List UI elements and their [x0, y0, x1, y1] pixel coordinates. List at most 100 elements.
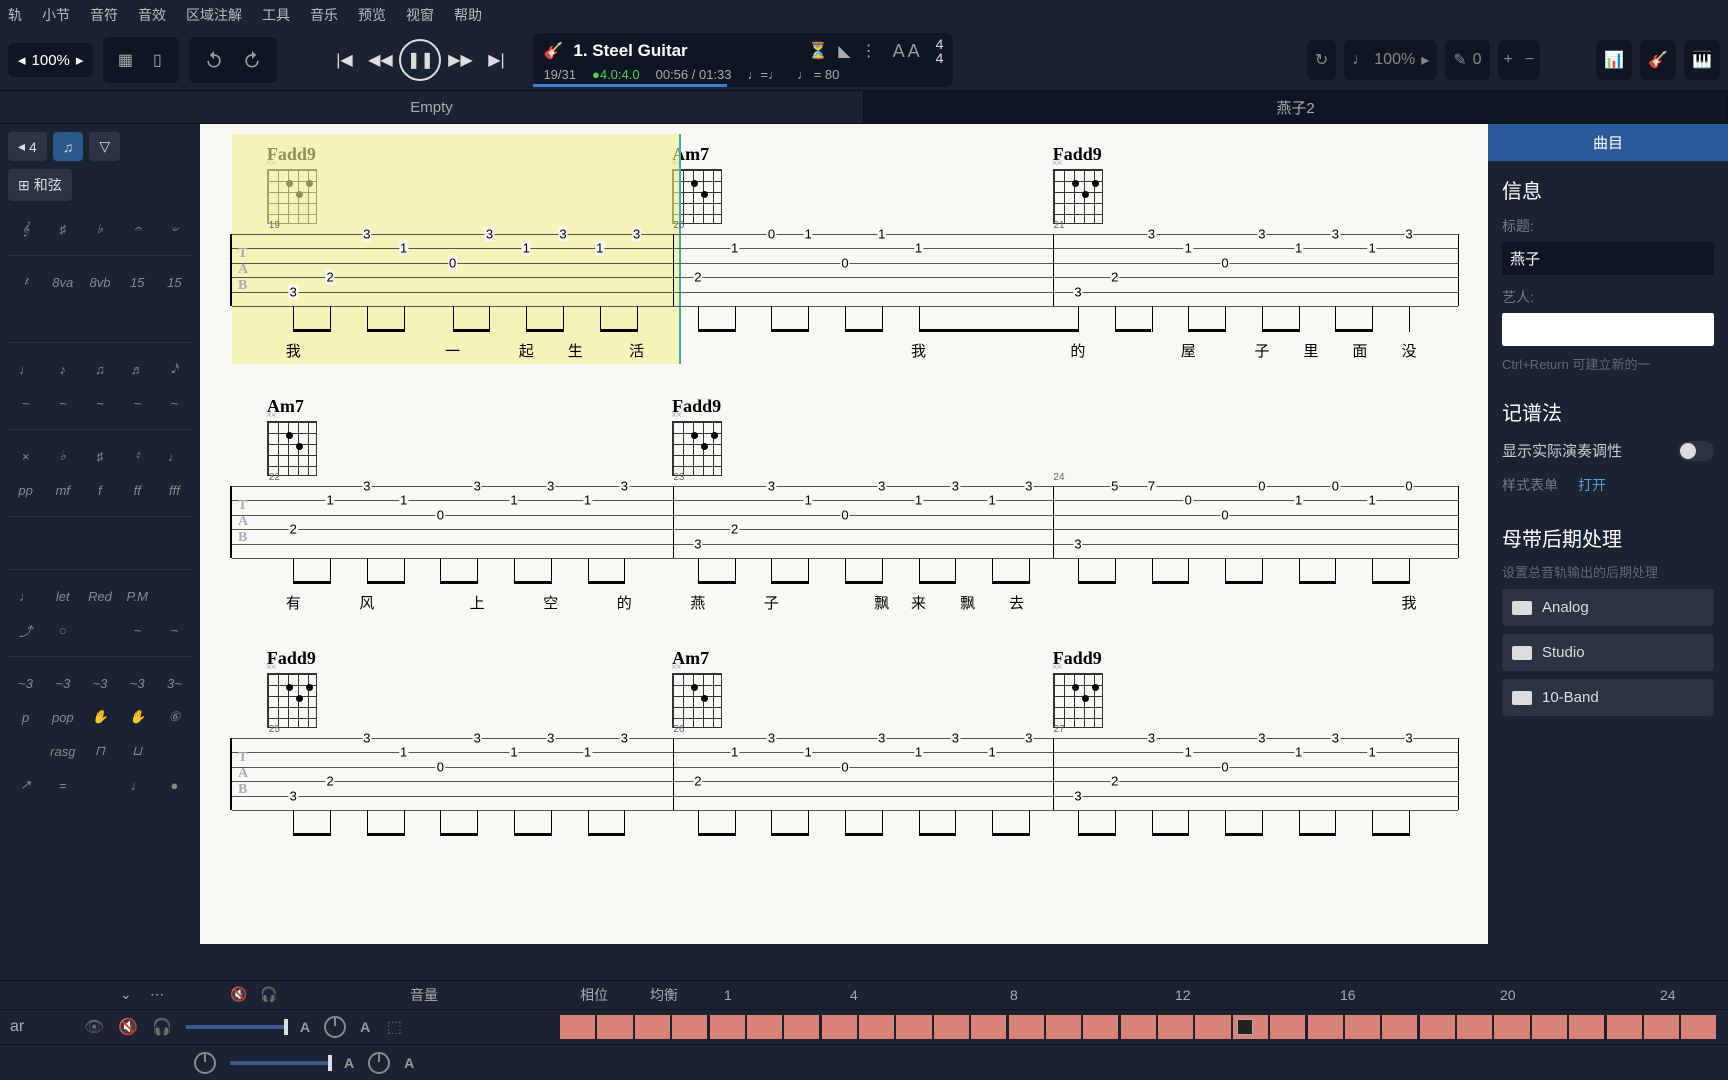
palette-item[interactable]	[157, 735, 192, 767]
palette-item[interactable]: ~3	[120, 667, 155, 699]
palette-item[interactable]	[157, 527, 192, 559]
volume-slider[interactable]	[186, 1025, 286, 1029]
palette-item[interactable]: ⑥	[157, 701, 192, 733]
palette-item[interactable]	[157, 300, 192, 332]
palette-item[interactable]	[45, 527, 80, 559]
undo-button[interactable]	[197, 43, 231, 77]
zoom-selector[interactable]: ◂100%▸	[8, 43, 93, 77]
palette-item[interactable]: pop	[45, 701, 80, 733]
master-row[interactable]: A A	[0, 1044, 1728, 1080]
score-view[interactable]: Fadd9Am7Fadd9TAB192021323103131321010113…	[200, 124, 1488, 944]
palette-item[interactable]: 𝅘𝅥𝅯	[157, 353, 192, 385]
palette-item[interactable]: ⊔	[120, 735, 155, 767]
options-icon[interactable]: ⋮	[861, 41, 877, 61]
palette-item[interactable]: ♯	[45, 213, 80, 245]
design-mode-button[interactable]: ▽	[89, 132, 120, 161]
redo-button[interactable]	[235, 43, 269, 77]
menu-音效[interactable]: 音效	[138, 5, 166, 25]
palette-item[interactable]: ✋	[120, 701, 155, 733]
palette-item[interactable]: rasg	[45, 735, 80, 767]
auto-vol[interactable]: A	[300, 1019, 310, 1035]
palette-item[interactable]	[157, 580, 192, 612]
palette-item[interactable]: 15	[120, 266, 155, 298]
palette-item[interactable]	[8, 735, 43, 767]
palette-item[interactable]: ♮	[120, 440, 155, 472]
palette-item[interactable]: let	[45, 580, 80, 612]
palette-item[interactable]: mf	[45, 474, 80, 506]
menu-工具[interactable]: 工具	[262, 5, 290, 25]
palette-item[interactable]: ~	[8, 387, 43, 419]
auto-pan[interactable]: A	[360, 1019, 370, 1035]
menu-音乐[interactable]: 音乐	[310, 5, 338, 25]
menu-帮助[interactable]: 帮助	[454, 5, 482, 25]
palette-item[interactable]: P.M	[120, 580, 155, 612]
voice-selector[interactable]: ◂ 4	[8, 132, 47, 161]
plus-button[interactable]: +	[1504, 51, 1513, 69]
solo-all-icon[interactable]: 🎧	[260, 986, 277, 1003]
more-icon[interactable]: ⋯	[150, 986, 164, 1003]
solo-icon[interactable]: 🎧	[152, 1017, 172, 1037]
palette-item[interactable]: ♩	[8, 353, 43, 385]
multivoice-button[interactable]: ♫	[53, 132, 84, 161]
play-pause-button[interactable]: ❚❚	[399, 39, 441, 81]
metronome-icon[interactable]: ◣	[838, 41, 850, 61]
layout-page-icon[interactable]: ▯	[143, 46, 171, 74]
layout-grid-icon[interactable]: ▦	[111, 46, 139, 74]
palette-item[interactable]	[8, 527, 43, 559]
palette-item[interactable]	[120, 300, 155, 332]
menu-预览[interactable]: 预览	[358, 5, 386, 25]
palette-item[interactable]: ~	[82, 387, 117, 419]
open-stylesheet-link[interactable]: 打开	[1578, 475, 1606, 495]
palette-item[interactable]: 15	[157, 266, 192, 298]
palette-item[interactable]: ♩	[120, 769, 155, 801]
palette-item[interactable]: 𝄽	[8, 266, 43, 298]
preset-10-band[interactable]: 10-Band	[1502, 679, 1714, 716]
palette-item[interactable]: ⤴	[8, 614, 43, 646]
artist-input[interactable]	[1502, 313, 1714, 346]
eq-icon[interactable]: ⬚	[384, 1017, 404, 1037]
palette-item[interactable]: ×	[8, 440, 43, 472]
preset-analog[interactable]: Analog	[1502, 589, 1714, 626]
palette-item[interactable]	[82, 300, 117, 332]
mute-icon[interactable]: 🔇	[118, 1017, 138, 1037]
menu-小节[interactable]: 小节	[42, 5, 70, 25]
countdown-icon[interactable]: ⏳	[808, 41, 828, 61]
tab-empty[interactable]: Empty	[0, 91, 864, 123]
palette-item[interactable]: 3~	[157, 667, 192, 699]
palette-item[interactable]: ✋	[82, 701, 117, 733]
palette-item[interactable]	[120, 527, 155, 559]
palette-item[interactable]: ♯	[82, 440, 117, 472]
master-knob1[interactable]	[194, 1052, 216, 1074]
forward-button[interactable]: ▶▶	[443, 43, 477, 77]
track-row[interactable]: ar 👁 🔇 🎧 A A ⬚	[0, 1009, 1728, 1045]
speed-trainer[interactable]: ♩ 100% ▸	[1344, 40, 1437, 80]
palette-item[interactable]: 8vb	[82, 266, 117, 298]
palette-item[interactable]: Red	[82, 580, 117, 612]
fretboard-button[interactable]: 🎸	[1640, 40, 1676, 80]
chord-library-button[interactable]: ⊞ 和弦	[8, 169, 72, 201]
palette-item[interactable]: ~3	[8, 667, 43, 699]
palette-item[interactable]: ~	[157, 387, 192, 419]
palette-item[interactable]: 𝄞	[8, 213, 43, 245]
tuner-button[interactable]: 📊	[1596, 40, 1632, 80]
transpose-control[interactable]: ✎ 0	[1445, 40, 1489, 80]
chevron-down-icon[interactable]: ⌄	[120, 986, 132, 1003]
go-end-button[interactable]: ▶|	[479, 43, 513, 77]
preset-studio[interactable]: Studio	[1502, 634, 1714, 671]
palette-item[interactable]: ~	[120, 387, 155, 419]
loop-button[interactable]: ↻	[1307, 40, 1336, 80]
palette-item[interactable]: ~	[157, 614, 192, 646]
menu-视窗[interactable]: 视窗	[406, 5, 434, 25]
palette-item[interactable]: fff	[157, 474, 192, 506]
master-pan-knob[interactable]	[368, 1052, 390, 1074]
pan-knob[interactable]	[324, 1016, 346, 1038]
palette-item[interactable]: ●	[157, 769, 192, 801]
palette-item[interactable]: 𝄐	[120, 213, 155, 245]
menu-区域注解[interactable]: 区域注解	[186, 5, 242, 25]
palette-item[interactable]: ♭	[82, 213, 117, 245]
palette-item[interactable]: ~	[120, 614, 155, 646]
palette-item[interactable]	[82, 614, 117, 646]
palette-item[interactable]	[45, 300, 80, 332]
palette-item[interactable]: ↗	[8, 769, 43, 801]
palette-item[interactable]: ⊓	[82, 735, 117, 767]
